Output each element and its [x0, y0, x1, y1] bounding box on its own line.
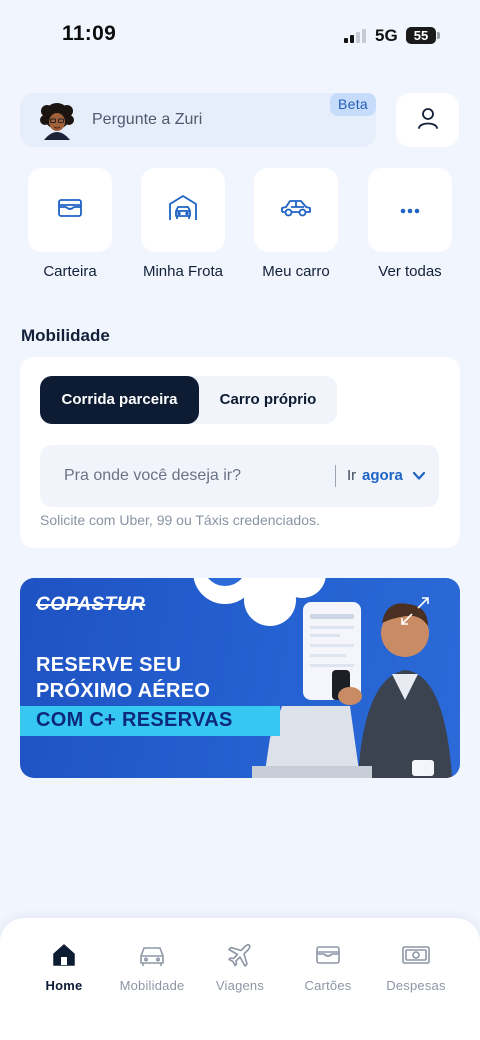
go-time-select[interactable]: agora [362, 467, 403, 484]
shortcut-label: Meu carro [262, 263, 330, 280]
tab-partner-ride[interactable]: Corrida parceira [40, 376, 199, 424]
beta-badge: Beta [330, 93, 376, 116]
car-icon [280, 198, 312, 223]
network-label: 5G [375, 26, 398, 45]
shortcut-label: Carteira [43, 263, 97, 280]
shortcut-label: Ver todas [378, 263, 442, 280]
tab-own-car[interactable]: Carro próprio [199, 376, 337, 424]
battery-icon: 55 [406, 27, 440, 44]
signal-icon [344, 29, 368, 43]
promo-banner[interactable]: COPASTUR RESERVE SEU PRÓXIMO AÉREO COM C… [20, 578, 460, 778]
airplane-icon [192, 940, 288, 970]
car-icon [104, 940, 200, 970]
status-bar: 11:09 5G 55 [0, 0, 480, 70]
cash-icon [368, 940, 464, 970]
shortcut-my-car[interactable]: Meu carro [254, 168, 338, 280]
shortcut-card[interactable] [368, 168, 452, 252]
status-time: 11:09 [62, 22, 117, 45]
card-icon [280, 940, 376, 970]
nav-item-home[interactable]: Home [16, 940, 112, 993]
banner-headline-2: PRÓXIMO AÉREO [36, 680, 211, 702]
bottom-nav: Home Mobilidade Viagens Cartões Despesas [0, 918, 480, 1040]
zuri-avatar-icon [38, 102, 76, 140]
shortcut-fleet[interactable]: Minha Frota [141, 168, 225, 280]
shortcut-wallet[interactable]: Carteira [28, 168, 112, 280]
section-title-mobility: Mobilidade [21, 326, 110, 345]
assistant-search-bar[interactable]: Pergunte a Zuri Beta [20, 93, 376, 147]
nav-item-trips[interactable]: Viagens [192, 940, 288, 993]
more-icon [400, 201, 420, 219]
shortcut-label: Minha Frota [142, 263, 224, 280]
battery-level: 55 [413, 28, 429, 43]
banner-headline-3: COM C+ RESERVAS [36, 709, 233, 731]
user-icon [416, 106, 440, 135]
banner-headline-1: RESERVE SEU [36, 654, 182, 676]
nav-label: Mobilidade [119, 978, 185, 993]
wallet-icon [57, 197, 83, 224]
chevron-down-icon[interactable] [412, 469, 426, 488]
profile-button[interactable] [396, 93, 459, 147]
nav-item-mobility[interactable]: Mobilidade [104, 940, 200, 993]
destination-input[interactable]: Pra onde você deseja ir? Ir agora [40, 445, 439, 507]
nav-label: Home [45, 978, 83, 993]
home-icon [16, 940, 112, 970]
nav-item-expenses[interactable]: Despesas [368, 940, 464, 993]
mobility-card: Corrida parceira Carro próprio Pra onde … [20, 357, 460, 548]
nav-label: Viagens [215, 978, 265, 993]
nav-item-cards[interactable]: Cartões [280, 940, 376, 993]
destination-placeholder: Pra onde você deseja ir? [64, 467, 241, 484]
shortcut-card[interactable] [28, 168, 112, 252]
nav-label: Despesas [386, 978, 446, 993]
shortcut-see-all[interactable]: Ver todas [368, 168, 452, 280]
shortcut-card[interactable] [141, 168, 225, 252]
divider [335, 465, 336, 487]
banner-brand-logo: COPASTUR [36, 594, 146, 615]
go-label: Ir [347, 467, 357, 484]
garage-icon [168, 194, 198, 227]
shortcut-card[interactable] [254, 168, 338, 252]
mobility-helper-text: Solicite com Uber, 99 ou Táxis credencia… [40, 512, 320, 528]
nav-label: Cartões [304, 978, 352, 993]
ride-type-toggle: Corrida parceira Carro próprio [40, 376, 337, 424]
assistant-placeholder: Pergunte a Zuri [92, 111, 203, 128]
